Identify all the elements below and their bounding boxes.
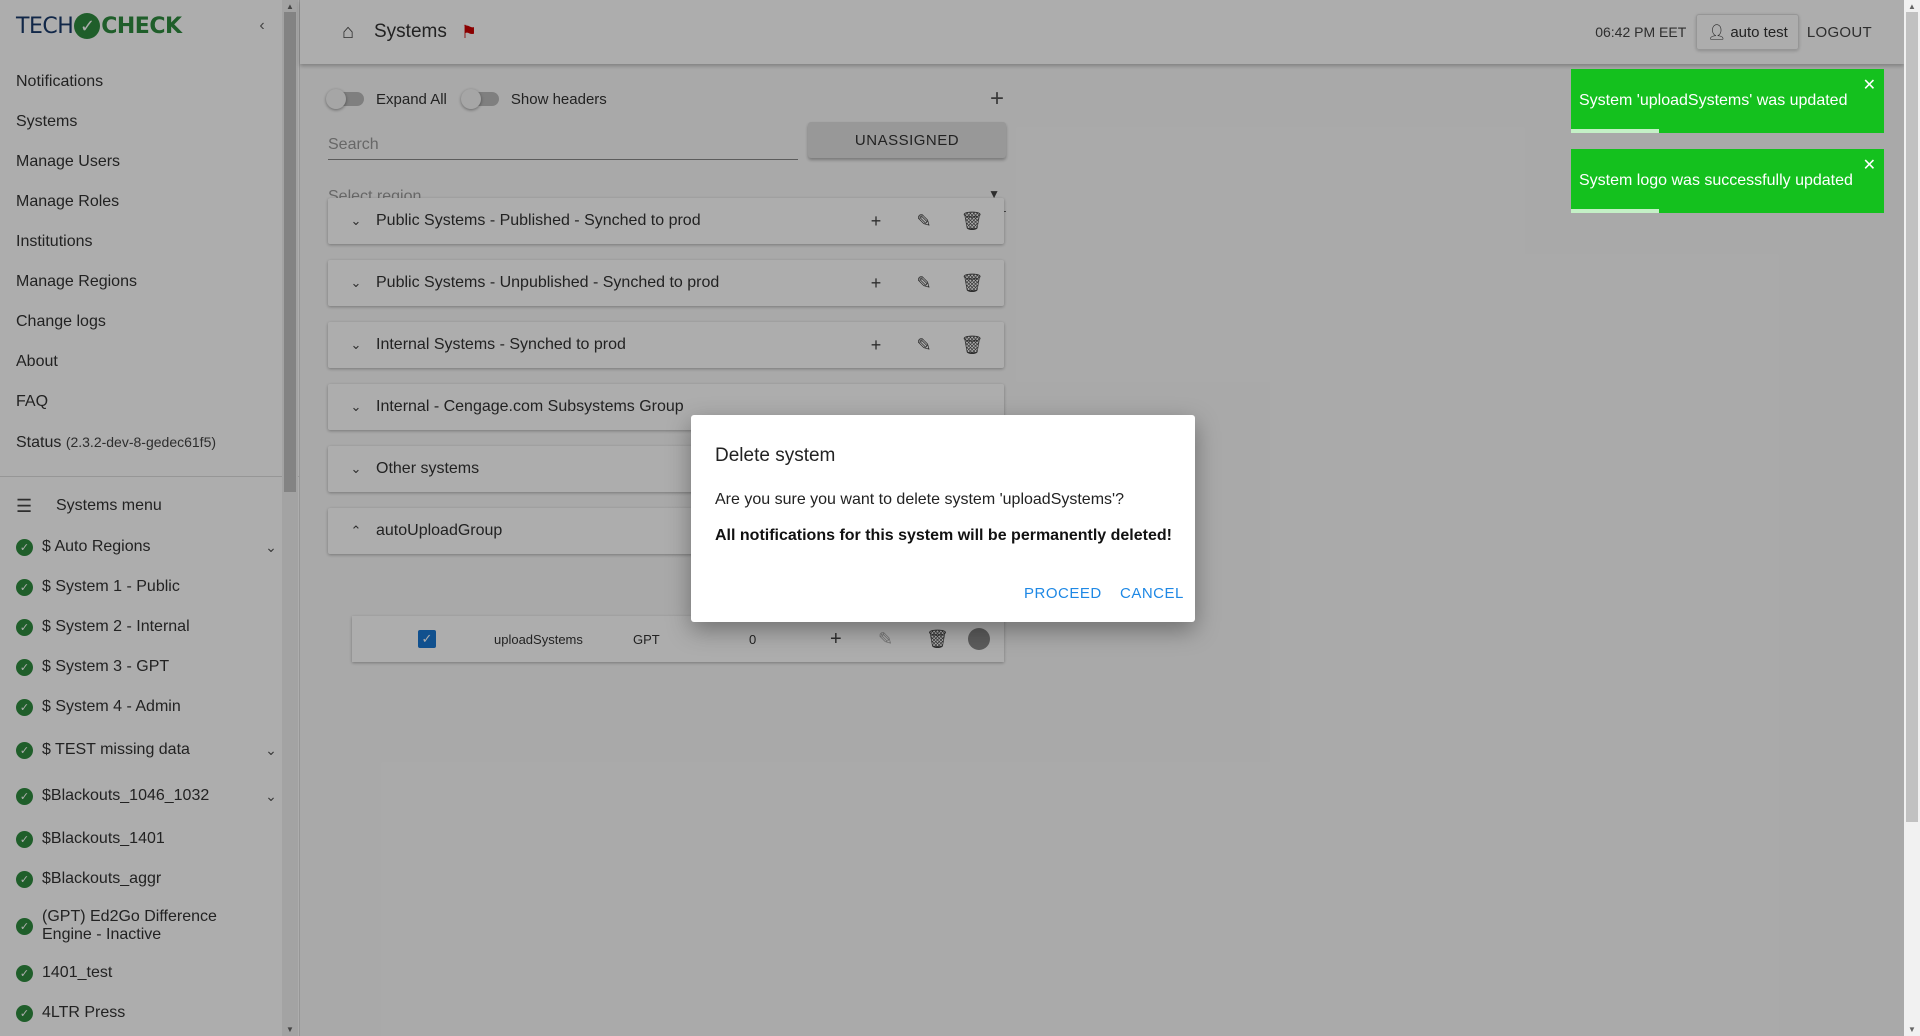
scroll-down-arrow-icon[interactable]: ▼ xyxy=(1908,1025,1916,1034)
scroll-up-arrow-icon[interactable]: ▲ xyxy=(1908,2,1916,11)
toast-notification: System logo was successfully updated ✕ xyxy=(1571,149,1884,213)
dialog-warning: All notifications for this system will b… xyxy=(715,527,1172,544)
page-scrollbar[interactable]: ▲ ▼ xyxy=(1904,0,1920,1036)
close-icon[interactable]: ✕ xyxy=(1863,155,1876,175)
dialog-title: Delete system xyxy=(715,445,836,466)
toast-notification: System 'uploadSystems' was updated ✕ xyxy=(1571,69,1884,133)
toast-message: System logo was successfully updated xyxy=(1579,172,1853,189)
toast-progress xyxy=(1571,209,1659,213)
toast-message: System 'uploadSystems' was updated xyxy=(1579,92,1848,109)
page-scroll-thumb[interactable] xyxy=(1906,12,1918,822)
cancel-button[interactable]: CANCEL xyxy=(1120,585,1184,602)
close-icon[interactable]: ✕ xyxy=(1863,75,1876,95)
proceed-button[interactable]: PROCEED xyxy=(1024,585,1102,602)
dialog-message: Are you sure you want to delete system '… xyxy=(715,491,1124,508)
delete-system-dialog: Delete system Are you sure you want to d… xyxy=(691,415,1195,622)
toast-progress xyxy=(1571,129,1659,133)
